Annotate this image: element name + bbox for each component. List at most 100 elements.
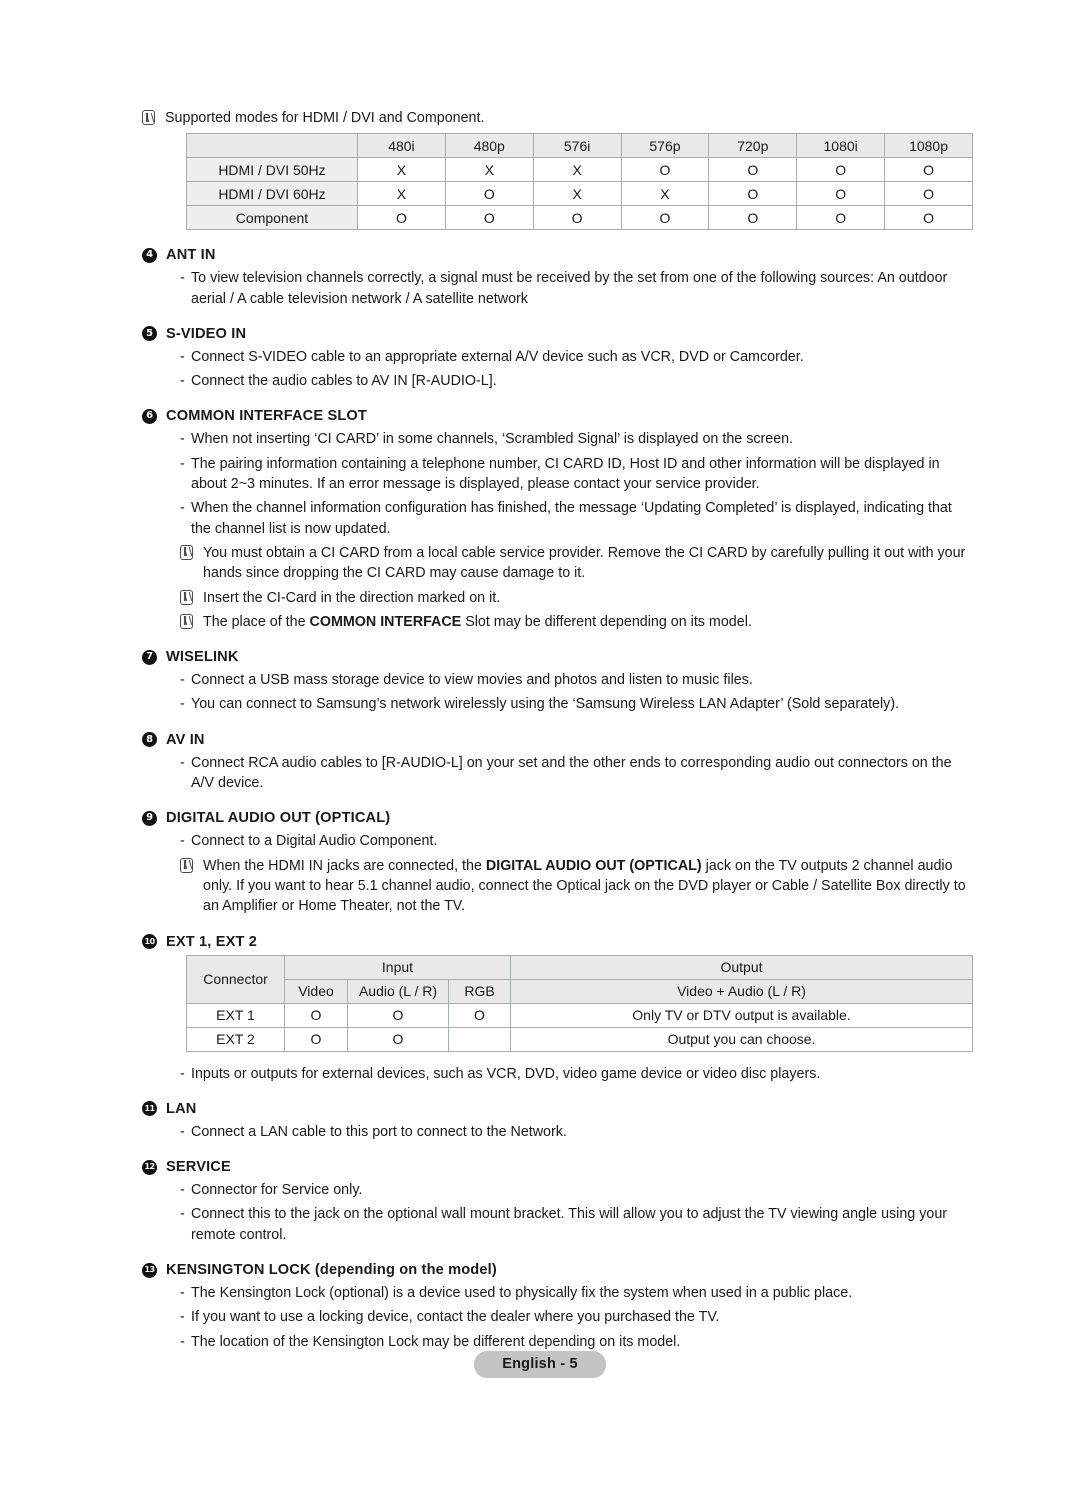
modes-table-cell: O	[444, 205, 534, 231]
modes-table-cell: X	[357, 157, 446, 183]
note-pencil-icon	[180, 589, 193, 605]
dash-marker: -	[180, 754, 185, 771]
note-item: The place of the COMMON INTERFACE Slot m…	[142, 612, 972, 632]
bullet-text: Connect this to the jack on the optional…	[191, 1206, 948, 1243]
dash-marker: -	[180, 455, 185, 472]
modes-table-cell: O	[532, 205, 622, 231]
modes-table-cell: X	[620, 181, 710, 207]
emphasis-text: COMMON INTERFACE	[309, 613, 462, 630]
bullet-item: - The location of the Kensington Lock may…	[142, 1332, 972, 1352]
bullet-item: - Connect to a Digital Audio Component.	[142, 831, 972, 851]
dash-marker: -	[180, 696, 185, 713]
table-row: EXT 2 O O Output you can choose.	[186, 1026, 973, 1052]
page-label-pill: English - 5	[474, 1351, 606, 1378]
modes-table-row-label: HDMI / DVI 50Hz	[186, 157, 358, 183]
bullet-text: Connect S-VIDEO cable to an appropriate …	[191, 348, 804, 365]
modes-table-column-header: 1080p	[884, 133, 973, 159]
modes-table-column-header: 480p	[444, 133, 534, 159]
bullet-text: If you want to use a locking device, con…	[191, 1309, 720, 1326]
manual-page: Supported modes for HDMI / DVI and Compo…	[0, 0, 1080, 1488]
modes-table-cell: O	[620, 157, 710, 183]
dash-marker: -	[180, 672, 185, 689]
section-heading-ext: 10 EXT 1, EXT 2	[142, 934, 972, 950]
bullet-text: Connect the audio cables to AV IN [R-AUD…	[191, 373, 497, 390]
modes-table-column-header: 576i	[532, 133, 622, 159]
section-heading-kensington-lock-depending-on-the-model: 13 KENSINGTON LOCK (depending on the mode…	[142, 1262, 972, 1278]
bullet-item: - If you want to use a locking device, co…	[142, 1307, 972, 1327]
section-number-bullet: 10	[142, 934, 157, 950]
ext-table-cell: O	[347, 1026, 449, 1052]
modes-table-column-header: 1080i	[796, 133, 886, 159]
bullet-text: The location of the Kensington Lock may …	[191, 1333, 681, 1350]
section-title: KENSINGTON LOCK (depending on the model)	[166, 1262, 497, 1279]
bullet-item: - Connect this to the jack on the optiona…	[142, 1204, 972, 1245]
modes-table-cell: O	[796, 205, 886, 231]
modes-table-cell: X	[532, 157, 622, 183]
supported-modes-table: 480i 480p 576i 576p 720p 1080i 1080p HDMI / DVI…	[186, 133, 973, 231]
section-heading-ant-in: 4 ANT IN	[142, 247, 972, 263]
bullet-item: - When the channel information configurat…	[142, 498, 972, 539]
note-pencil-icon	[142, 110, 155, 125]
ext-table-output-cell: Output you can choose.	[510, 1026, 973, 1052]
dash-marker: -	[180, 1285, 185, 1302]
bullet-item: - Connect a LAN cable to this port to con…	[142, 1122, 972, 1142]
modes-table-cell: X	[357, 181, 446, 207]
table-header-row: 480i 480p 576i 576p 720p 1080i 1080p	[186, 133, 973, 159]
dash-marker: -	[180, 270, 185, 287]
bullet-text: When the HDMI IN jacks are connected, th…	[203, 857, 966, 915]
section-number-bullet: 8	[142, 732, 157, 748]
ext-connector-table: Connector Input Output Video Audio (L / R) RG…	[186, 954, 973, 1052]
section-heading-s-video-in: 5 S-VIDEO IN	[142, 326, 972, 342]
dash-marker: -	[180, 373, 185, 390]
bullet-text: Connect to a Digital Audio Component.	[191, 833, 438, 850]
bullet-text: Insert the CI-Card in the direction mark…	[203, 589, 501, 606]
modes-table-cell: O	[884, 205, 973, 231]
section-heading-lan: 11 LAN	[142, 1101, 972, 1117]
ext-table-input-header: Input	[284, 954, 511, 980]
bullet-text: Connect a USB mass storage device to vie…	[191, 672, 753, 689]
bullet-item: - When not inserting ‘CI CARD’ in some ch…	[142, 429, 972, 449]
ext-table-cell: O	[347, 1002, 449, 1028]
bullet-text: To view television channels correctly, a…	[191, 270, 948, 307]
ext-table-cell: O	[284, 1002, 348, 1028]
modes-table-cell: O	[444, 181, 534, 207]
section-title: AV IN	[166, 731, 205, 748]
modes-table-cell: X	[444, 157, 534, 183]
bullet-text: Connect RCA audio cables to [R-AUDIO-L] …	[191, 754, 952, 792]
note-pencil-icon	[180, 613, 193, 629]
dash-marker: -	[180, 1182, 185, 1199]
section-number-bullet: 9	[142, 810, 157, 826]
note-item: You must obtain a CI CARD from a local c…	[142, 543, 972, 584]
table-row: HDMI / DVI 60Hz X O X X O O O	[186, 181, 973, 207]
bullet-text: When not inserting ‘CI CARD’ in some cha…	[191, 431, 794, 448]
section-number-bullet: 11	[142, 1101, 157, 1117]
table-row: Component O O O O O O O	[186, 205, 973, 231]
bullet-item: - Connect RCA audio cables to [R-AUDIO-L]…	[142, 753, 972, 794]
bullet-item: - The Kensington Lock (optional) is a dev…	[142, 1283, 972, 1303]
supported-modes-note: Supported modes for HDMI / DVI and Compo…	[142, 108, 972, 128]
dash-marker: -	[180, 500, 185, 517]
section-title: COMMON INTERFACE SLOT	[166, 408, 367, 425]
section-number-bullet: 6	[142, 408, 157, 424]
ext-table-sub-header: Video	[284, 978, 348, 1004]
modes-table-column-header: 720p	[708, 133, 798, 159]
modes-table-column-header: 480i	[357, 133, 446, 159]
note-item: Insert the CI-Card in the direction mark…	[142, 588, 972, 608]
section-number-bullet: 13	[142, 1262, 157, 1278]
note-item: When the HDMI IN jacks are connected, th…	[142, 856, 972, 917]
dash-marker: -	[180, 1309, 185, 1326]
modes-table-cell: O	[708, 181, 798, 207]
bullet-text: You must obtain a CI CARD from a local c…	[203, 544, 966, 582]
modes-table-row-label: Component	[186, 205, 358, 231]
note-pencil-icon	[180, 857, 193, 873]
section-number-bullet: 12	[142, 1159, 157, 1175]
modes-table-cell: O	[884, 181, 973, 207]
modes-table-column-header: 576p	[620, 133, 710, 159]
supported-modes-note-text: Supported modes for HDMI / DVI and Compo…	[165, 110, 485, 126]
ext-note-text: Inputs or outputs for external devices, …	[191, 1065, 821, 1082]
bullet-text: The pairing information containing a tel…	[191, 455, 940, 493]
section-heading-common-interface-slot: 6 COMMON INTERFACE SLOT	[142, 408, 972, 424]
ext-table-output-header: Output	[510, 954, 973, 980]
bullet-text: Connector for Service only.	[191, 1182, 363, 1199]
page-footer: English - 5	[0, 1351, 1080, 1378]
